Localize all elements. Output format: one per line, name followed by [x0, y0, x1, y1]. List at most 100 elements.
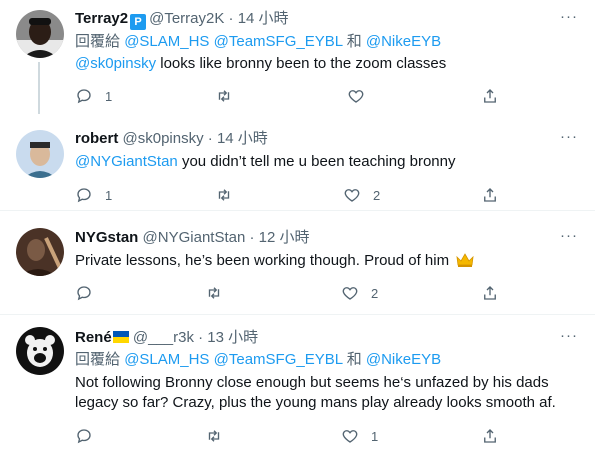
share-button[interactable]: [481, 86, 499, 106]
tweet-4[interactable]: René @___r3k · 13 小時 ··· 回覆給 @SLAM_HS @T…: [0, 315, 595, 455]
avatar[interactable]: [16, 10, 64, 58]
more-icon: ···: [560, 327, 578, 344]
display-name[interactable]: René: [75, 329, 112, 346]
reply-mention[interactable]: @NikeEYB: [366, 33, 441, 50]
avatar-image: [16, 228, 64, 276]
tweet-2[interactable]: robert @sk0pinsky · 14 小時 ··· @NYGiantSt…: [0, 112, 595, 210]
tweet-text: Not following Bronny close enough but se…: [75, 373, 565, 413]
reply-button[interactable]: [75, 426, 105, 446]
reply-mention[interactable]: @TeamSFG_EYBL: [214, 33, 343, 50]
action-bar: 1 2: [75, 185, 515, 205]
more-options-button[interactable]: ···: [559, 227, 579, 249]
mention-link[interactable]: @sk0pinsky: [75, 55, 156, 72]
tweet-text-line: legacy so far? Crazy, plus the young man…: [75, 394, 556, 411]
heart-icon: [348, 90, 364, 103]
reply-mention[interactable]: @SLAM_HS: [124, 33, 209, 50]
heart-icon: [344, 189, 360, 202]
heart-icon: [342, 287, 358, 300]
retweet-button[interactable]: [215, 185, 245, 205]
reply-prefix: 回覆給: [75, 351, 121, 368]
crown-icon: [456, 253, 474, 267]
share-icon: [484, 188, 496, 202]
share-button[interactable]: [481, 283, 499, 303]
handle[interactable]: @NYGiantStan: [143, 229, 246, 246]
avatar[interactable]: [16, 228, 64, 276]
more-options-button[interactable]: ···: [559, 327, 579, 349]
handle[interactable]: @Terray2K: [149, 10, 224, 27]
more-icon: ···: [560, 128, 578, 145]
heart-icon: [342, 430, 358, 443]
reply-prefix: 回覆給: [75, 33, 121, 50]
tweet-text-body: looks like bronny been to the zoom class…: [156, 55, 447, 72]
timestamp[interactable]: 12 小時: [259, 229, 310, 246]
retweet-icon: [208, 287, 220, 299]
like-button[interactable]: 2: [343, 185, 380, 205]
display-name[interactable]: robert: [75, 130, 118, 147]
display-name[interactable]: Terray2: [75, 10, 128, 27]
timestamp[interactable]: 14 小時: [217, 130, 268, 147]
display-name[interactable]: NYGstan: [75, 229, 138, 246]
reply-mention[interactable]: @NikeEYB: [366, 351, 441, 368]
reply-button[interactable]: [75, 283, 105, 303]
share-button[interactable]: [481, 185, 499, 205]
retweet-button[interactable]: [205, 283, 235, 303]
tweet-text-body: Private lessons, he’s been working thoug…: [75, 252, 450, 269]
reply-count: 1: [105, 88, 113, 104]
tweet-text: @NYGiantStan you didn’t tell me u been t…: [75, 152, 565, 172]
retweet-icon: [218, 90, 230, 102]
action-bar: 1: [75, 426, 515, 446]
reply-icon: [77, 429, 91, 444]
avatar[interactable]: [16, 327, 64, 375]
tweet-1[interactable]: Terray2 P @Terray2K · 14 小時 ··· 回覆給 @SLAM_…: [0, 0, 595, 114]
tweet-header: René @___r3k · 13 小時: [75, 328, 258, 348]
handle[interactable]: @sk0pinsky: [123, 130, 204, 147]
retweet-button[interactable]: [215, 86, 245, 106]
timestamp[interactable]: 13 小時: [207, 329, 258, 346]
retweet-button[interactable]: [205, 426, 235, 446]
separator: ·: [228, 10, 234, 27]
handle[interactable]: @___r3k: [133, 329, 194, 346]
separator: ·: [249, 229, 255, 246]
avatar-image: [16, 10, 64, 58]
tweet-header: NYGstan @NYGiantStan · 12 小時: [75, 228, 310, 248]
like-count: 2: [373, 187, 381, 203]
tweet-text: Private lessons, he’s been working thoug…: [75, 251, 565, 271]
share-icon: [484, 429, 496, 443]
reply-icon: [77, 286, 91, 301]
badge-icon: P: [130, 14, 147, 30]
mention-link[interactable]: @NYGiantStan: [75, 153, 178, 170]
tweet-text: @sk0pinsky looks like bronny been to the…: [75, 54, 565, 74]
share-icon: [484, 89, 496, 103]
avatar-image: [16, 327, 64, 375]
more-options-button[interactable]: ···: [559, 128, 579, 150]
reply-mention[interactable]: @TeamSFG_EYBL: [214, 351, 343, 368]
timestamp[interactable]: 14 小時: [238, 10, 289, 27]
thread-line: [38, 62, 40, 114]
like-button[interactable]: 2: [341, 283, 378, 303]
separator: ·: [198, 329, 204, 346]
tweet-text-body: you didn’t tell me u been teaching bronn…: [177, 153, 456, 170]
retweet-icon: [208, 430, 220, 442]
tweet-header: Terray2 P @Terray2K · 14 小時: [75, 9, 289, 30]
separator: ·: [207, 130, 213, 147]
more-icon: ···: [560, 8, 578, 25]
reply-context: 回覆給 @SLAM_HS @TeamSFG_EYBL 和 @NikeEYB: [75, 32, 441, 52]
share-button[interactable]: [481, 426, 499, 446]
action-bar: 2: [75, 283, 515, 303]
reply-button[interactable]: 1: [75, 185, 112, 205]
tweet-text-line: Not following Bronny close enough but se…: [75, 374, 549, 391]
reply-and: 和: [346, 351, 362, 368]
action-bar: 1: [75, 86, 515, 106]
more-icon: ···: [560, 227, 578, 244]
tweet-3[interactable]: NYGstan @NYGiantStan · 12 小時 ··· Private…: [0, 211, 595, 314]
more-options-button[interactable]: ···: [559, 8, 579, 30]
reply-and: 和: [346, 33, 362, 50]
like-button[interactable]: [347, 86, 377, 106]
reply-button[interactable]: 1: [75, 86, 112, 106]
ukraine-flag-icon: [112, 331, 129, 343]
avatar[interactable]: [16, 130, 64, 178]
reply-mention[interactable]: @SLAM_HS: [124, 351, 209, 368]
like-button[interactable]: 1: [341, 426, 378, 446]
reply-count: 1: [105, 187, 113, 203]
reply-icon: [77, 89, 91, 104]
